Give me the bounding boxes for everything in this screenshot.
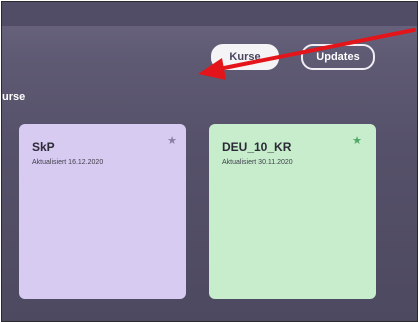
- course-card-deu-10-kr[interactable]: DEU_10_KR Aktualisiert 30.11.2020 ★: [209, 124, 376, 299]
- section-title: urse: [2, 91, 26, 103]
- course-card-title: DEU_10_KR: [222, 140, 292, 154]
- course-card-updated: Aktualisiert 16.12.2020: [32, 159, 104, 166]
- star-icon[interactable]: ★: [167, 136, 177, 147]
- star-icon[interactable]: ★: [352, 136, 362, 147]
- tab-kurse[interactable]: Kurse: [211, 44, 279, 70]
- tab-updates[interactable]: Updates: [301, 44, 375, 70]
- course-card-title: SkP: [32, 140, 55, 154]
- top-bar: [2, 2, 417, 26]
- app-window: Kurse Updates urse SkP Aktualisiert 16.1…: [1, 1, 418, 322]
- course-card-skp[interactable]: SkP Aktualisiert 16.12.2020 ★: [19, 124, 186, 299]
- course-card-updated: Aktualisiert 30.11.2020: [222, 159, 293, 166]
